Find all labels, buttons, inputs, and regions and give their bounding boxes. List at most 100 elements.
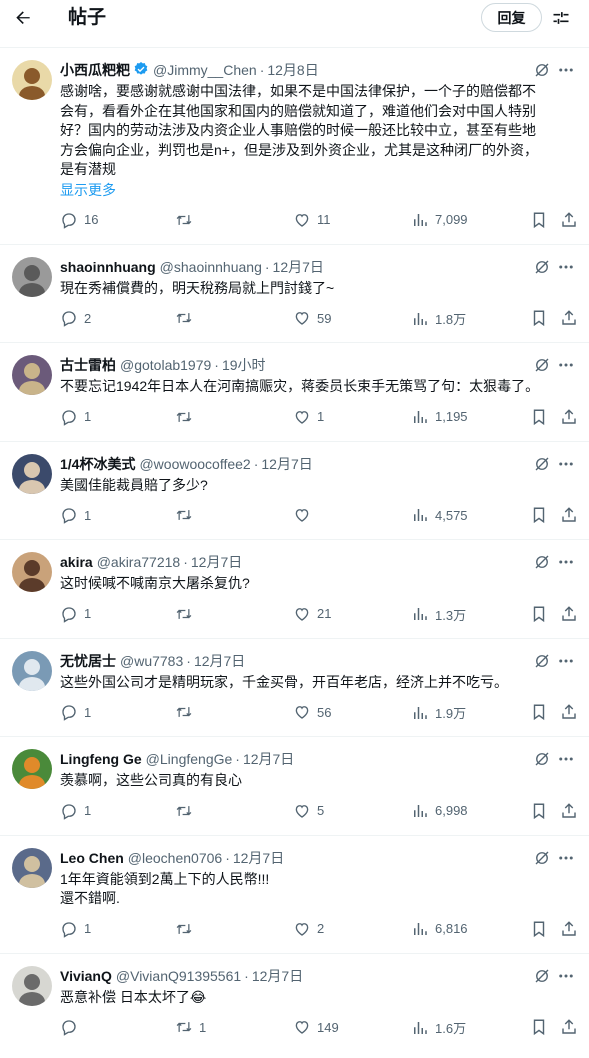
bookmark-action[interactable] — [530, 408, 548, 426]
reply-post[interactable]: VivianQ @VivianQ91395561 · 12月7日 恶意补偿 日本… — [0, 952, 589, 1052]
like-action[interactable]: 5 — [293, 802, 324, 820]
grok-icon[interactable] — [533, 553, 551, 571]
like-action[interactable]: 21 — [293, 605, 331, 623]
cartoon-avatar-icon[interactable] — [12, 749, 52, 789]
repost-action[interactable] — [175, 506, 199, 524]
reply-post[interactable]: Leo Chen @leochen0706 · 12月7日 1年年資能領到2萬上… — [0, 834, 589, 953]
reply-post[interactable]: 无忧居士 @wu7783 · 12月7日 这些外国公司才是精明玩家，千金买骨，开… — [0, 637, 589, 737]
author-handle[interactable]: @leochen0706 — [128, 850, 222, 866]
grok-icon[interactable] — [533, 455, 551, 473]
like-action[interactable]: 1 — [293, 408, 324, 426]
repost-action[interactable] — [175, 309, 199, 327]
author-name[interactable]: 小西瓜粑粑 — [60, 60, 130, 80]
reply-action[interactable]: 1 — [60, 506, 91, 524]
cat-avatar-icon[interactable] — [12, 256, 52, 297]
views-action[interactable]: 6,816 — [411, 920, 468, 938]
like-action[interactable] — [293, 506, 317, 524]
grok-icon[interactable] — [533, 258, 551, 276]
post-time[interactable]: 12月7日 — [191, 552, 242, 572]
author-handle[interactable]: @shaoinnhuang — [160, 259, 262, 275]
repost-action[interactable] — [175, 802, 199, 820]
post-time[interactable]: 12月7日 — [273, 257, 324, 277]
grok-icon[interactable] — [533, 652, 551, 670]
author-handle[interactable]: @wu7783 — [120, 653, 183, 669]
person-avatar-icon[interactable] — [12, 453, 52, 494]
post-time[interactable]: 12月8日 — [267, 60, 318, 80]
more-options-icon[interactable] — [557, 553, 575, 571]
bookmark-action[interactable] — [530, 506, 548, 524]
share-action[interactable] — [560, 1018, 578, 1036]
bookmark-action[interactable] — [530, 920, 548, 938]
views-action[interactable]: 1,195 — [411, 408, 468, 426]
author-name[interactable]: Lingfeng Ge — [60, 751, 142, 767]
like-action[interactable]: 149 — [293, 1018, 339, 1036]
like-action[interactable]: 59 — [293, 309, 331, 327]
author-handle[interactable]: @Jimmy__Chen — [153, 62, 257, 78]
repost-action[interactable] — [175, 703, 199, 721]
repost-action[interactable] — [175, 211, 199, 229]
views-action[interactable]: 1.8万 — [411, 309, 466, 328]
author-name[interactable]: VivianQ — [60, 968, 112, 984]
hamster-avatar-icon[interactable] — [12, 552, 52, 592]
more-options-icon[interactable] — [557, 61, 575, 79]
reply-post[interactable]: Lingfeng Ge @LingfengGe · 12月7日 羡慕啊，这些公司… — [0, 736, 589, 835]
reply-action[interactable]: 1 — [60, 920, 91, 938]
group-avatar-icon[interactable] — [12, 847, 52, 888]
author-handle[interactable]: @woowoocoffee2 — [139, 456, 250, 472]
reply-post[interactable]: akira @akira77218 · 12月7日 这时候喊不喊南京大屠杀复仇?… — [0, 539, 589, 638]
share-action[interactable] — [560, 703, 578, 721]
bookmark-action[interactable] — [530, 802, 548, 820]
verified-badge-icon[interactable] — [133, 61, 149, 77]
show-more-link[interactable]: 显示更多 — [60, 180, 575, 200]
bookmark-action[interactable] — [530, 703, 548, 721]
like-action[interactable]: 56 — [293, 703, 331, 721]
author-name[interactable]: 古士雷柏 — [60, 355, 116, 375]
repost-action[interactable] — [175, 920, 199, 938]
back-button[interactable] — [12, 7, 34, 29]
post-time[interactable]: 12月7日 — [194, 651, 245, 671]
grok-icon[interactable] — [533, 849, 551, 867]
reply-action[interactable]: 1 — [60, 802, 91, 820]
repost-action[interactable]: 1 — [175, 1018, 206, 1036]
grok-icon[interactable] — [533, 750, 551, 768]
more-options-icon[interactable] — [557, 750, 575, 768]
grok-icon[interactable] — [533, 967, 551, 985]
like-action[interactable]: 11 — [293, 211, 331, 229]
share-action[interactable] — [560, 802, 578, 820]
post-time[interactable]: 12月7日 — [261, 454, 312, 474]
views-action[interactable]: 7,099 — [411, 211, 468, 229]
settings-button[interactable] — [551, 8, 571, 28]
scene-avatar-icon[interactable] — [12, 650, 52, 691]
bookmark-action[interactable] — [530, 211, 548, 229]
share-action[interactable] — [560, 605, 578, 623]
more-options-icon[interactable] — [557, 455, 575, 473]
reply-action[interactable]: 2 — [60, 309, 91, 327]
reply-post[interactable]: 1/4杯冰美式 @woowoocoffee2 · 12月7日 美國佳能裁員賠了多… — [0, 440, 589, 540]
post-time[interactable]: 19小时 — [222, 355, 266, 375]
share-action[interactable] — [560, 408, 578, 426]
bookmark-action[interactable] — [530, 605, 548, 623]
like-action[interactable]: 2 — [293, 920, 324, 938]
post-time[interactable]: 12月7日 — [233, 848, 284, 868]
reply-action[interactable]: 1 — [60, 605, 91, 623]
reply-post[interactable]: 古士雷柏 @gotolab1979 · 19小时 不要忘记1942年日本人在河南… — [0, 342, 589, 441]
reply-action[interactable]: 16 — [60, 211, 98, 229]
repost-action[interactable] — [175, 408, 199, 426]
views-action[interactable]: 4,575 — [411, 506, 468, 524]
repost-action[interactable] — [175, 605, 199, 623]
views-action[interactable]: 6,998 — [411, 802, 468, 820]
share-action[interactable] — [560, 506, 578, 524]
bookmark-action[interactable] — [530, 1018, 548, 1036]
more-options-icon[interactable] — [557, 356, 575, 374]
more-options-icon[interactable] — [557, 652, 575, 670]
grok-icon[interactable] — [533, 356, 551, 374]
author-name[interactable]: 1/4杯冰美式 — [60, 454, 135, 474]
ape-avatar-icon[interactable] — [12, 355, 52, 395]
author-name[interactable]: 无忧居士 — [60, 651, 116, 671]
share-action[interactable] — [560, 309, 578, 327]
more-options-icon[interactable] — [557, 258, 575, 276]
post-time[interactable]: 12月7日 — [252, 966, 303, 986]
monkey-avatar-icon[interactable] — [12, 60, 52, 100]
reply-button[interactable]: 回复 — [481, 3, 542, 32]
views-action[interactable]: 1.9万 — [411, 703, 466, 722]
